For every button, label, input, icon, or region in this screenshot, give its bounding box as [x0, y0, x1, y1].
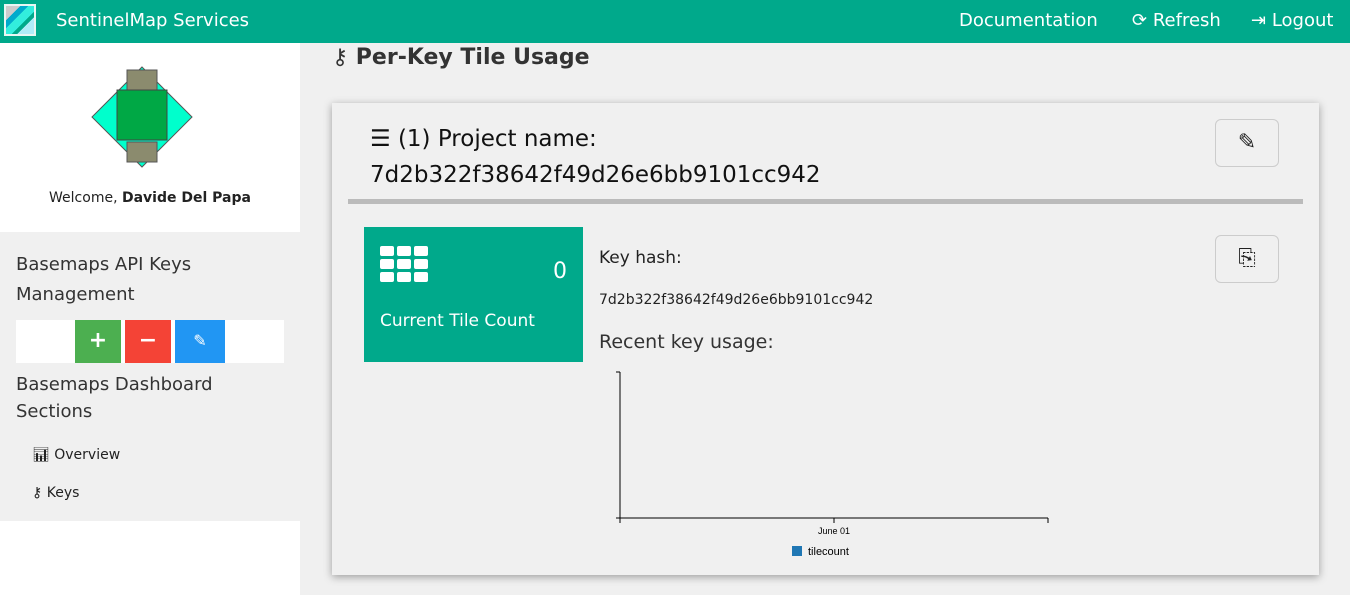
nav-logout[interactable]: ⇥ Logout — [1251, 10, 1333, 31]
key-icon: ⚷ — [332, 45, 349, 70]
sidebar-item-keys[interactable]: ⚷ Keys — [32, 485, 79, 501]
key-hash-label: Key hash: — [599, 248, 682, 268]
user-name: Davide Del Papa — [121, 190, 251, 206]
sidebar-profile: Welcome, Davide Del Papa — [0, 43, 300, 232]
project-name: 7d2b322f38642f49d26e6bb9101cc942 — [370, 162, 821, 188]
sidebar-item-overview[interactable]: 📊︎ Overview — [32, 447, 120, 463]
usage-chart: June 01 tilecount — [616, 371, 1049, 558]
logout-icon: ⇥ — [1251, 10, 1267, 31]
add-key-button[interactable]: + — [75, 320, 121, 363]
nav-refresh[interactable]: ⟳ Refresh — [1132, 10, 1221, 31]
legend-label: tilecount — [808, 546, 849, 558]
edit-key-button[interactable]: ✎ — [175, 320, 225, 363]
bar-chart-icon: 📊︎ — [32, 447, 50, 463]
tile-count-value: 0 — [553, 259, 567, 284]
x-tick-label: June 01 — [818, 526, 850, 536]
welcome-text: Welcome, Davide Del Papa — [49, 190, 251, 206]
key-actions-bar: + − ✎ — [16, 320, 284, 363]
divider — [348, 199, 1303, 204]
edit-project-button[interactable]: ✎ — [1215, 119, 1279, 167]
nav-refresh-label: Refresh — [1152, 10, 1221, 31]
top-navbar: SentinelMap Services Documentation ⟳ Ref… — [0, 0, 1350, 43]
remove-key-button[interactable]: − — [125, 320, 171, 363]
copy-icon: ⎘ — [1238, 246, 1256, 271]
edit-icon: ✎ — [1237, 130, 1257, 155]
nav-documentation[interactable]: Documentation — [959, 10, 1098, 31]
project-header: ☰ (1) Project name: 7d2b322f38642f49d26e6… — [370, 126, 821, 188]
sidebar-bottom — [0, 521, 300, 595]
user-avatar-logo — [91, 66, 193, 168]
nav-documentation-label: Documentation — [959, 10, 1098, 31]
legend-swatch — [792, 546, 802, 556]
key-card: ☰ (1) Project name: 7d2b322f38642f49d26e6… — [332, 103, 1319, 575]
usage-label: Recent key usage: — [599, 331, 774, 353]
copy-hash-button[interactable]: ⎘ — [1215, 235, 1279, 283]
dashboard-sections-title: Basemaps Dashboard Sections — [16, 374, 213, 422]
key-icon: ⚷ — [32, 485, 43, 501]
refresh-icon: ⟳ — [1132, 10, 1148, 31]
key-hash-value: 7d2b322f38642f49d26e6bb9101cc942 — [599, 292, 874, 308]
nav-logout-label: Logout — [1271, 10, 1334, 31]
tile-count-panel: 0 Current Tile Count — [364, 227, 583, 362]
tile-count-label: Current Tile Count — [380, 311, 535, 331]
menu-icon: ☰ — [370, 126, 391, 152]
page-title: ⚷ Per-Key Tile Usage — [332, 45, 590, 70]
brand-title[interactable]: SentinelMap Services — [56, 10, 249, 31]
keys-management-title: Basemaps API Keys Management — [16, 254, 192, 305]
grid-icon — [380, 246, 428, 282]
app-logo[interactable] — [4, 4, 36, 36]
